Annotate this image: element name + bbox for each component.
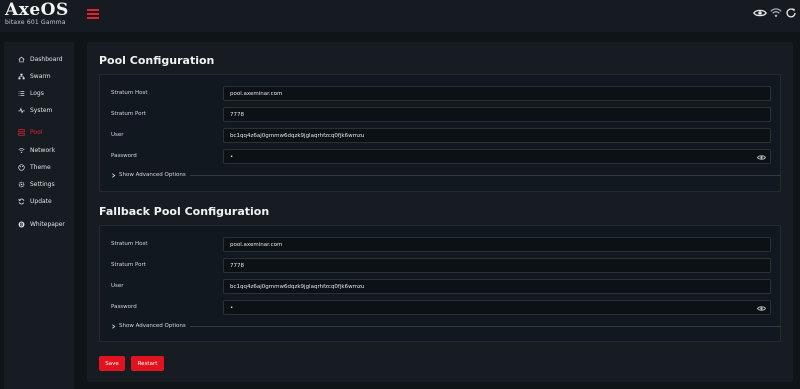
fallback-show-advanced-toggle[interactable]: Show Advanced Options [111, 321, 781, 331]
sitemap-icon [18, 73, 25, 79]
sidebar-item-settings[interactable]: Settings [18, 178, 55, 190]
sidebar-item-system[interactable]: System [18, 104, 52, 116]
divider [189, 174, 781, 176]
fallback-password-row: Password • [100, 300, 780, 316]
sidebar-item-label: Pool [30, 128, 43, 136]
save-button[interactable]: Save [99, 356, 125, 371]
show-advanced-label: Show Advanced Options [119, 172, 186, 178]
sidebar-item-label: Logs [30, 89, 44, 97]
sidebar-item-theme[interactable]: Theme [18, 161, 51, 173]
list-icon [18, 90, 25, 96]
user-label: User [111, 132, 124, 138]
sidebar-item-network[interactable]: Network [18, 144, 55, 156]
fallback-show-advanced-label: Show Advanced Options [119, 323, 186, 329]
fallback-password-label: Password [111, 304, 137, 310]
logo[interactable]: AxeOS bitaxe 601 Gamma [5, 1, 69, 26]
fallback-stratum-host-label: Stratum Host [111, 241, 148, 247]
sidebar-item-label: Settings [30, 180, 55, 188]
bitcoin-icon: ₿ [18, 221, 25, 227]
fallback-stratum-host-row: Stratum Host pool.axeminar.com [100, 237, 780, 253]
divider [189, 325, 781, 327]
sidebar-item-label: System [30, 106, 53, 114]
fallback-password-value: • [230, 305, 234, 311]
sidebar-item-whitepaper[interactable]: ₿ Whitepaper [18, 218, 65, 230]
show-fallback-password-eye-icon[interactable] [757, 304, 766, 313]
sidebar-item-label: Network [30, 146, 56, 154]
user-row: User bc1qq4z6aj0gmmw6dqzk9jglaqrhfzcq0fj… [100, 128, 780, 144]
pool-config-title: Pool Configuration [99, 54, 215, 67]
logo-text: AxeOS [5, 0, 69, 20]
sidebar: Dashboard Swarm Logs System Pool Network… [4, 42, 74, 389]
sidebar-item-dashboard[interactable]: Dashboard [18, 53, 63, 65]
refresh-icon [18, 198, 25, 204]
sidebar-item-label: Whitepaper [30, 220, 65, 228]
chevron-right-icon [112, 172, 116, 178]
main-panel: Pool Configuration Stratum Host pool.axe… [87, 42, 793, 382]
user-input[interactable]: bc1qq4z6aj0gmmw6dqzk9jglaqrhfzcq0fjk6wmz… [223, 128, 771, 143]
fallback-user-label: User [111, 283, 124, 289]
fallback-user-row: User bc1qq4z6aj0gmmw6dqzk9jglaqrhfzcq0fj… [100, 279, 780, 295]
chevron-right-icon [112, 323, 116, 329]
stratum-port-input[interactable]: 7778 [223, 107, 771, 122]
password-label: Password [111, 153, 137, 159]
fallback-stratum-host-input[interactable]: pool.axeminar.com [223, 237, 771, 252]
stratum-port-label: Stratum Port [111, 111, 146, 117]
fallback-config-title: Fallback Pool Configuration [99, 205, 270, 218]
gear-icon [18, 181, 25, 187]
sidebar-item-label: Theme [30, 163, 51, 171]
pool-config-card: Stratum Host pool.axeminar.com Stratum P… [99, 74, 781, 192]
server-icon [18, 128, 25, 136]
stratum-host-input[interactable]: pool.axeminar.com [223, 86, 771, 101]
palette-icon [18, 163, 25, 171]
show-advanced-toggle[interactable]: Show Advanced Options [111, 170, 781, 180]
fallback-stratum-port-label: Stratum Port [111, 262, 146, 268]
sidebar-item-swarm[interactable]: Swarm [18, 70, 51, 82]
svg-text:₿: ₿ [20, 222, 24, 227]
restart-button[interactable]: Restart [131, 356, 164, 371]
show-password-eye-icon[interactable] [757, 153, 766, 162]
password-row: Password • [100, 149, 780, 165]
fallback-config-card: Stratum Host pool.axeminar.com Stratum P… [99, 225, 781, 342]
restart-icon[interactable] [784, 6, 798, 20]
home-icon [18, 56, 25, 62]
sidebar-item-update[interactable]: Update [18, 195, 52, 207]
fallback-password-input[interactable]: • [223, 300, 771, 315]
device-model: bitaxe 601 Gamma [5, 19, 66, 26]
fallback-stratum-port-input[interactable]: 7778 [223, 258, 771, 273]
sidebar-item-logs[interactable]: Logs [18, 87, 44, 99]
stratum-host-row: Stratum Host pool.axeminar.com [100, 86, 780, 102]
sidebar-item-label: Dashboard [30, 55, 63, 63]
wifi-icon[interactable] [769, 6, 783, 20]
sidebar-item-pool[interactable]: Pool [18, 126, 42, 138]
menu-toggle-icon[interactable] [87, 9, 99, 19]
sidebar-item-label: Swarm [30, 72, 51, 80]
fallback-stratum-port-row: Stratum Port 7778 [100, 258, 780, 274]
password-value: • [230, 154, 234, 160]
wifi-icon [18, 147, 25, 153]
password-input[interactable]: • [223, 149, 771, 164]
pulse-icon [18, 106, 25, 114]
stratum-host-label: Stratum Host [111, 90, 148, 96]
stratum-port-row: Stratum Port 7778 [100, 107, 780, 123]
visibility-eye-icon[interactable] [753, 6, 767, 20]
sidebar-item-label: Update [30, 197, 52, 205]
fallback-user-input[interactable]: bc1qq4z6aj0gmmw6dqzk9jglaqrhfzcq0fjk6wmz… [223, 279, 771, 294]
top-bar: AxeOS bitaxe 601 Gamma [0, 0, 800, 32]
